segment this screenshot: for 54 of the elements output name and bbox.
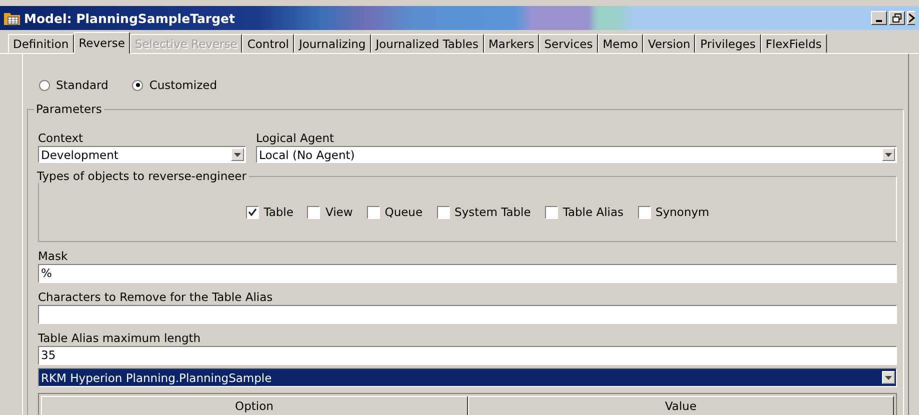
checkbox[interactable]	[246, 206, 259, 218]
tab[interactable]: Version	[643, 34, 696, 53]
mask-field[interactable]: %	[38, 264, 897, 283]
tab[interactable]: Control	[242, 34, 294, 53]
restore-icon	[892, 13, 902, 23]
minimize-button[interactable]	[871, 11, 887, 25]
close-icon	[908, 13, 914, 23]
tab[interactable]: Privileges	[695, 34, 761, 53]
field-label: Mask	[38, 248, 69, 264]
group-title: Types of objects to reverse-engineer	[36, 169, 248, 183]
checkbox[interactable]	[436, 206, 450, 218]
column-header[interactable]: Option	[41, 396, 468, 415]
field-label: Context	[38, 130, 84, 146]
radio-button[interactable]	[39, 80, 50, 90]
checkbox[interactable]	[307, 206, 320, 218]
field-label: Characters to Remove for the Table Alias	[38, 289, 274, 305]
characters-field[interactable]	[38, 305, 897, 324]
alias-length-field[interactable]: 35	[38, 346, 897, 365]
restore-button[interactable]	[889, 11, 905, 25]
folder-table-icon	[4, 11, 20, 25]
agent-dropdown[interactable]: Local (No Agent)	[256, 146, 897, 163]
context-dropdown[interactable]: Development	[38, 146, 246, 163]
tab[interactable]: FlexFields	[760, 34, 827, 53]
checkbox-label: Queue	[384, 205, 423, 219]
radio-button[interactable]	[132, 80, 144, 90]
column-header[interactable]: Value	[468, 396, 894, 415]
tab[interactable]: Memo	[598, 34, 643, 53]
tab[interactable]: Markers	[484, 34, 540, 53]
checkbox[interactable]	[638, 206, 651, 218]
dropdown-arrow-icon	[885, 152, 892, 156]
close-button[interactable]	[907, 11, 915, 25]
group-title: Parameters	[35, 102, 103, 116]
tab[interactable]: Reverse	[74, 32, 130, 54]
radio-label: Standard	[56, 78, 108, 92]
tab[interactable]: Definition	[8, 34, 74, 53]
radio-option[interactable]: Customized	[132, 78, 217, 92]
checkbox-label: Synonym	[656, 205, 710, 219]
radio-label: Customized	[149, 78, 217, 92]
checkbox-label: System Table	[454, 205, 531, 219]
dropdown-arrow-icon	[234, 152, 241, 156]
tab[interactable]: Journalized Tables	[370, 34, 484, 53]
checkbox[interactable]	[544, 206, 558, 218]
checkbox-label: Table Alias	[562, 205, 624, 219]
radio-option[interactable]: Standard	[39, 78, 108, 92]
checkbox-label: View	[325, 205, 353, 219]
field-label: Logical Agent	[256, 130, 335, 146]
window-title: Model: PlanningSampleTarget	[24, 10, 236, 26]
dropdown-arrow-icon	[885, 376, 892, 380]
rkm-dropdown[interactable]: RKM Hyperion Planning.PlanningSample	[38, 368, 897, 387]
tab[interactable]: Journalizing	[294, 34, 371, 53]
tab[interactable]: Services	[539, 34, 598, 53]
field-label: Table Alias maximum length	[38, 330, 202, 346]
checkbox-label: Table	[264, 205, 294, 219]
checkbox[interactable]	[366, 206, 380, 218]
